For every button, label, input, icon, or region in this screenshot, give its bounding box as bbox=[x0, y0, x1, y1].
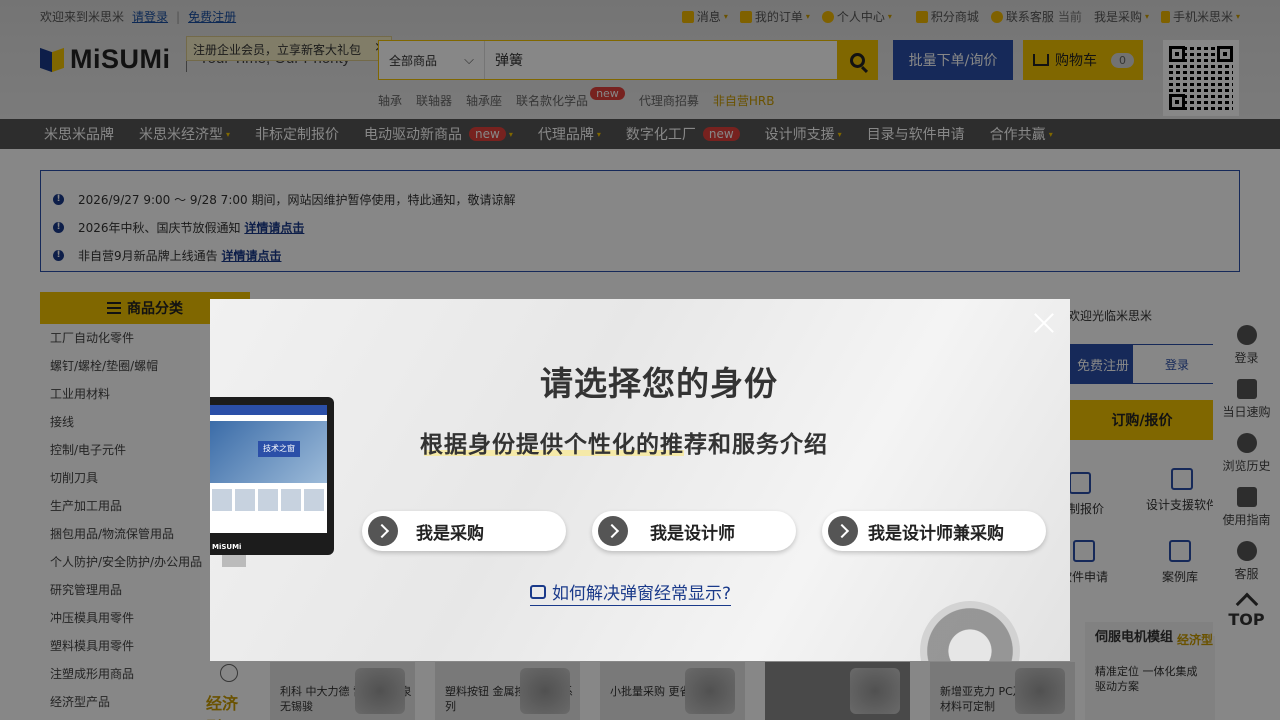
modal-title: 请选择您的身份 bbox=[540, 364, 778, 403]
modal-subtitle: 根据身份提供个性化的推荐和服务介绍 bbox=[420, 432, 828, 458]
pointing-hand-icon bbox=[530, 584, 546, 599]
chevron-right-icon bbox=[368, 516, 398, 546]
option-buyer-button[interactable]: 我是采购 bbox=[362, 511, 566, 551]
option-designer-buyer-button[interactable]: 我是设计师兼采购 bbox=[822, 511, 1046, 551]
option-designer-button[interactable]: 我是设计师 bbox=[592, 511, 796, 551]
monitor-brand: MiSUMi bbox=[212, 543, 242, 551]
popup-faq-link[interactable]: 如何解决弹窗经常显示? bbox=[530, 579, 732, 606]
chevron-right-icon bbox=[598, 516, 628, 546]
monitor-badge: 技术之窗 bbox=[258, 441, 300, 457]
monitor-illustration: 技术之窗 MiSUMi bbox=[210, 397, 334, 567]
gear-decoration bbox=[920, 601, 1020, 661]
identity-modal: 技术之窗 MiSUMi 请选择您的身份 根据身份提供个性化的推荐和服务介绍 我是… bbox=[210, 299, 1070, 661]
modal-close-button[interactable] bbox=[1032, 311, 1056, 335]
chevron-right-icon bbox=[828, 516, 858, 546]
